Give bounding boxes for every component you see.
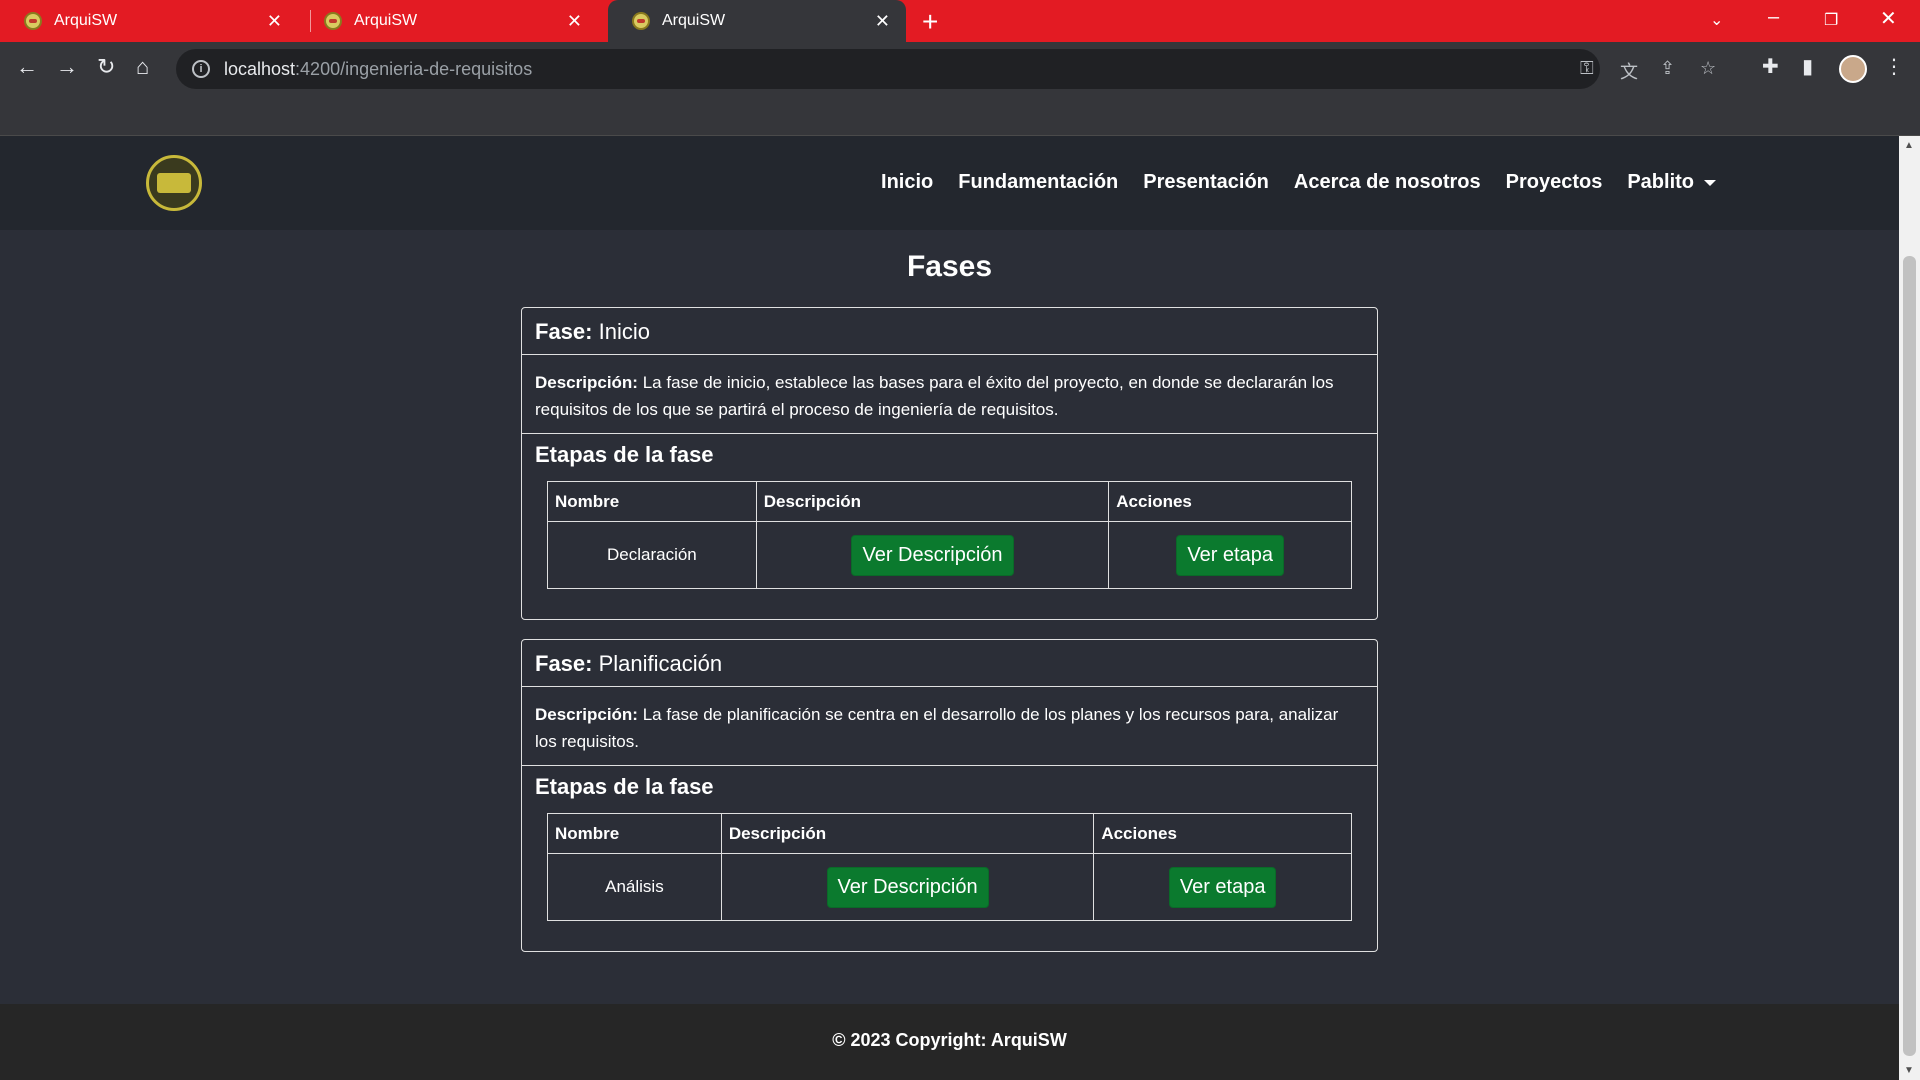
caret-down-icon — [1704, 179, 1716, 186]
nav-links: Inicio Fundamentación Presentación Acerc… — [856, 171, 1716, 194]
ver-descripcion-button[interactable]: Ver Descripción — [851, 534, 1014, 576]
browser-tab-1[interactable]: ArquiSW ✕ — [0, 0, 298, 42]
share-icon[interactable]: ⇪ — [1660, 58, 1675, 79]
table-row: Declaración Ver Descripción Ver etapa — [547, 521, 1352, 589]
page-viewport: Inicio Fundamentación Presentación Acerc… — [0, 136, 1899, 1080]
url-host: localhost — [224, 58, 296, 79]
stages-section: Etapas de la fase Nombre Descripción Acc… — [522, 434, 1377, 619]
phase-name: Inicio — [598, 319, 650, 344]
action-cell: Ver etapa — [1093, 853, 1352, 921]
scroll-down-icon[interactable]: ▼ — [1904, 1065, 1914, 1076]
nav-link-inicio[interactable]: Inicio — [881, 171, 933, 194]
phase-label: Fase: — [535, 319, 593, 344]
desc-cell: Ver Descripción — [755, 521, 1110, 589]
stage-name: Declaración — [547, 521, 757, 589]
desc-label: Descripción: — [535, 705, 638, 724]
nav-link-fundamentacion[interactable]: Fundamentación — [958, 171, 1118, 194]
stages-title: Etapas de la fase — [535, 442, 714, 467]
table-row: Análisis Ver Descripción Ver etapa — [547, 853, 1352, 921]
site-favicon-icon — [24, 12, 42, 30]
site-favicon-icon — [632, 12, 650, 30]
password-key-icon[interactable]: ⚿ — [1580, 58, 1594, 79]
ver-etapa-button[interactable]: Ver etapa — [1168, 866, 1277, 908]
new-tab-icon[interactable]: + — [922, 6, 938, 38]
site-favicon-icon — [324, 12, 342, 30]
desc-cell: Ver Descripción — [720, 853, 1095, 921]
browser-tab-3-active[interactable]: ArquiSW ✕ — [608, 0, 906, 42]
page-scrollbar[interactable]: ▲ ▼ — [1899, 136, 1920, 1080]
restore-icon[interactable]: ❐ — [1824, 10, 1838, 30]
stages-table: Nombre Descripción Acciones Declaración … — [547, 481, 1352, 589]
desc-label: Descripción: — [535, 373, 638, 392]
phase-card: Fase: Inicio Descripción: La fase de ini… — [521, 307, 1378, 620]
site-navbar: Inicio Fundamentación Presentación Acerc… — [0, 136, 1899, 230]
scroll-up-icon[interactable]: ▲ — [1904, 140, 1914, 151]
phase-header: Fase: Inicio — [522, 308, 1377, 355]
url-path: :4200/ingenieria-de-requisitos — [295, 58, 533, 79]
back-icon[interactable]: ← — [16, 54, 38, 80]
desc-text: La fase de planificación se centra en el… — [535, 705, 1339, 751]
col-header-acciones: Acciones — [1093, 813, 1352, 854]
user-dropdown[interactable]: Pablito — [1627, 171, 1716, 194]
nav-link-acerca[interactable]: Acerca de nosotros — [1294, 171, 1481, 194]
logo-emblem-icon — [157, 173, 191, 193]
home-icon[interactable]: ⌂ — [136, 54, 149, 80]
site-info-icon[interactable]: i — [192, 60, 210, 78]
close-window-icon[interactable]: ✕ — [1880, 6, 1897, 31]
reload-icon[interactable]: ↻ — [97, 54, 115, 80]
site-footer: © 2023 Copyright: ArquiSW — [0, 1004, 1899, 1080]
stages-section: Etapas de la fase Nombre Descripción Acc… — [522, 766, 1377, 951]
stage-name: Análisis — [547, 853, 722, 921]
user-name: Pablito — [1627, 171, 1694, 193]
side-panel-icon[interactable]: ▮ — [1802, 54, 1813, 79]
ver-etapa-button[interactable]: Ver etapa — [1176, 534, 1284, 576]
ver-descripcion-button[interactable]: Ver Descripción — [826, 866, 989, 908]
browser-tab-2[interactable]: ArquiSW ✕ — [300, 0, 598, 42]
page-title: Fases — [906, 250, 993, 283]
close-tab-icon[interactable]: ✕ — [875, 11, 890, 32]
minimize-icon[interactable]: – — [1768, 6, 1779, 29]
phase-label: Fase: — [535, 651, 593, 676]
address-bar[interactable]: i localhost:4200/ingenieria-de-requisito… — [176, 49, 1716, 89]
nav-link-presentacion[interactable]: Presentación — [1143, 171, 1269, 194]
col-header-descripcion: Descripción — [720, 813, 1095, 854]
nav-link-proyectos[interactable]: Proyectos — [1506, 171, 1603, 194]
close-tab-icon[interactable]: ✕ — [267, 11, 282, 32]
menu-kebab-icon[interactable]: ⋮ — [1884, 54, 1904, 79]
browser-toolbar: ← → ↻ ⌂ i localhost:4200/ingenieria-de-r… — [0, 42, 1920, 96]
site-logo[interactable] — [146, 155, 202, 211]
tab-title: ArquiSW — [54, 12, 118, 29]
stages-title: Etapas de la fase — [535, 774, 714, 799]
col-header-acciones: Acciones — [1108, 481, 1352, 522]
phase-header: Fase: Planificación — [522, 640, 1377, 687]
bookmark-star-icon[interactable]: ☆ — [1700, 58, 1716, 79]
tab-title: ArquiSW — [662, 12, 726, 29]
tab-title: ArquiSW — [354, 12, 418, 29]
col-header-descripcion: Descripción — [755, 481, 1110, 522]
translate-icon[interactable]: 文 — [1620, 58, 1638, 84]
stages-table: Nombre Descripción Acciones Análisis Ver… — [547, 813, 1352, 921]
phase-card: Fase: Planificación Descripción: La fase… — [521, 639, 1378, 952]
col-header-nombre: Nombre — [547, 813, 722, 854]
forward-icon[interactable]: → — [56, 54, 78, 80]
phase-name: Planificación — [598, 651, 723, 676]
col-header-nombre: Nombre — [547, 481, 757, 522]
close-tab-icon[interactable]: ✕ — [567, 11, 582, 32]
extensions-icon[interactable]: ✚ — [1762, 54, 1779, 79]
profile-avatar[interactable] — [1839, 55, 1867, 83]
action-cell: Ver etapa — [1108, 521, 1352, 589]
scrollbar-thumb[interactable] — [1903, 256, 1916, 1056]
bookmarks-bar — [0, 96, 1920, 136]
footer-copyright: © 2023 Copyright: ArquiSW — [832, 1030, 1067, 1050]
phase-description: Descripción: La fase de inicio, establec… — [522, 355, 1377, 434]
desc-text: La fase de inicio, establece las bases p… — [535, 373, 1334, 419]
phase-description: Descripción: La fase de planificación se… — [522, 687, 1377, 766]
browser-tab-bar: ArquiSW ✕ ArquiSW ✕ ArquiSW ✕ + ⌄ – ❐ ✕ — [0, 0, 1920, 42]
tab-search-icon[interactable]: ⌄ — [1710, 10, 1723, 30]
